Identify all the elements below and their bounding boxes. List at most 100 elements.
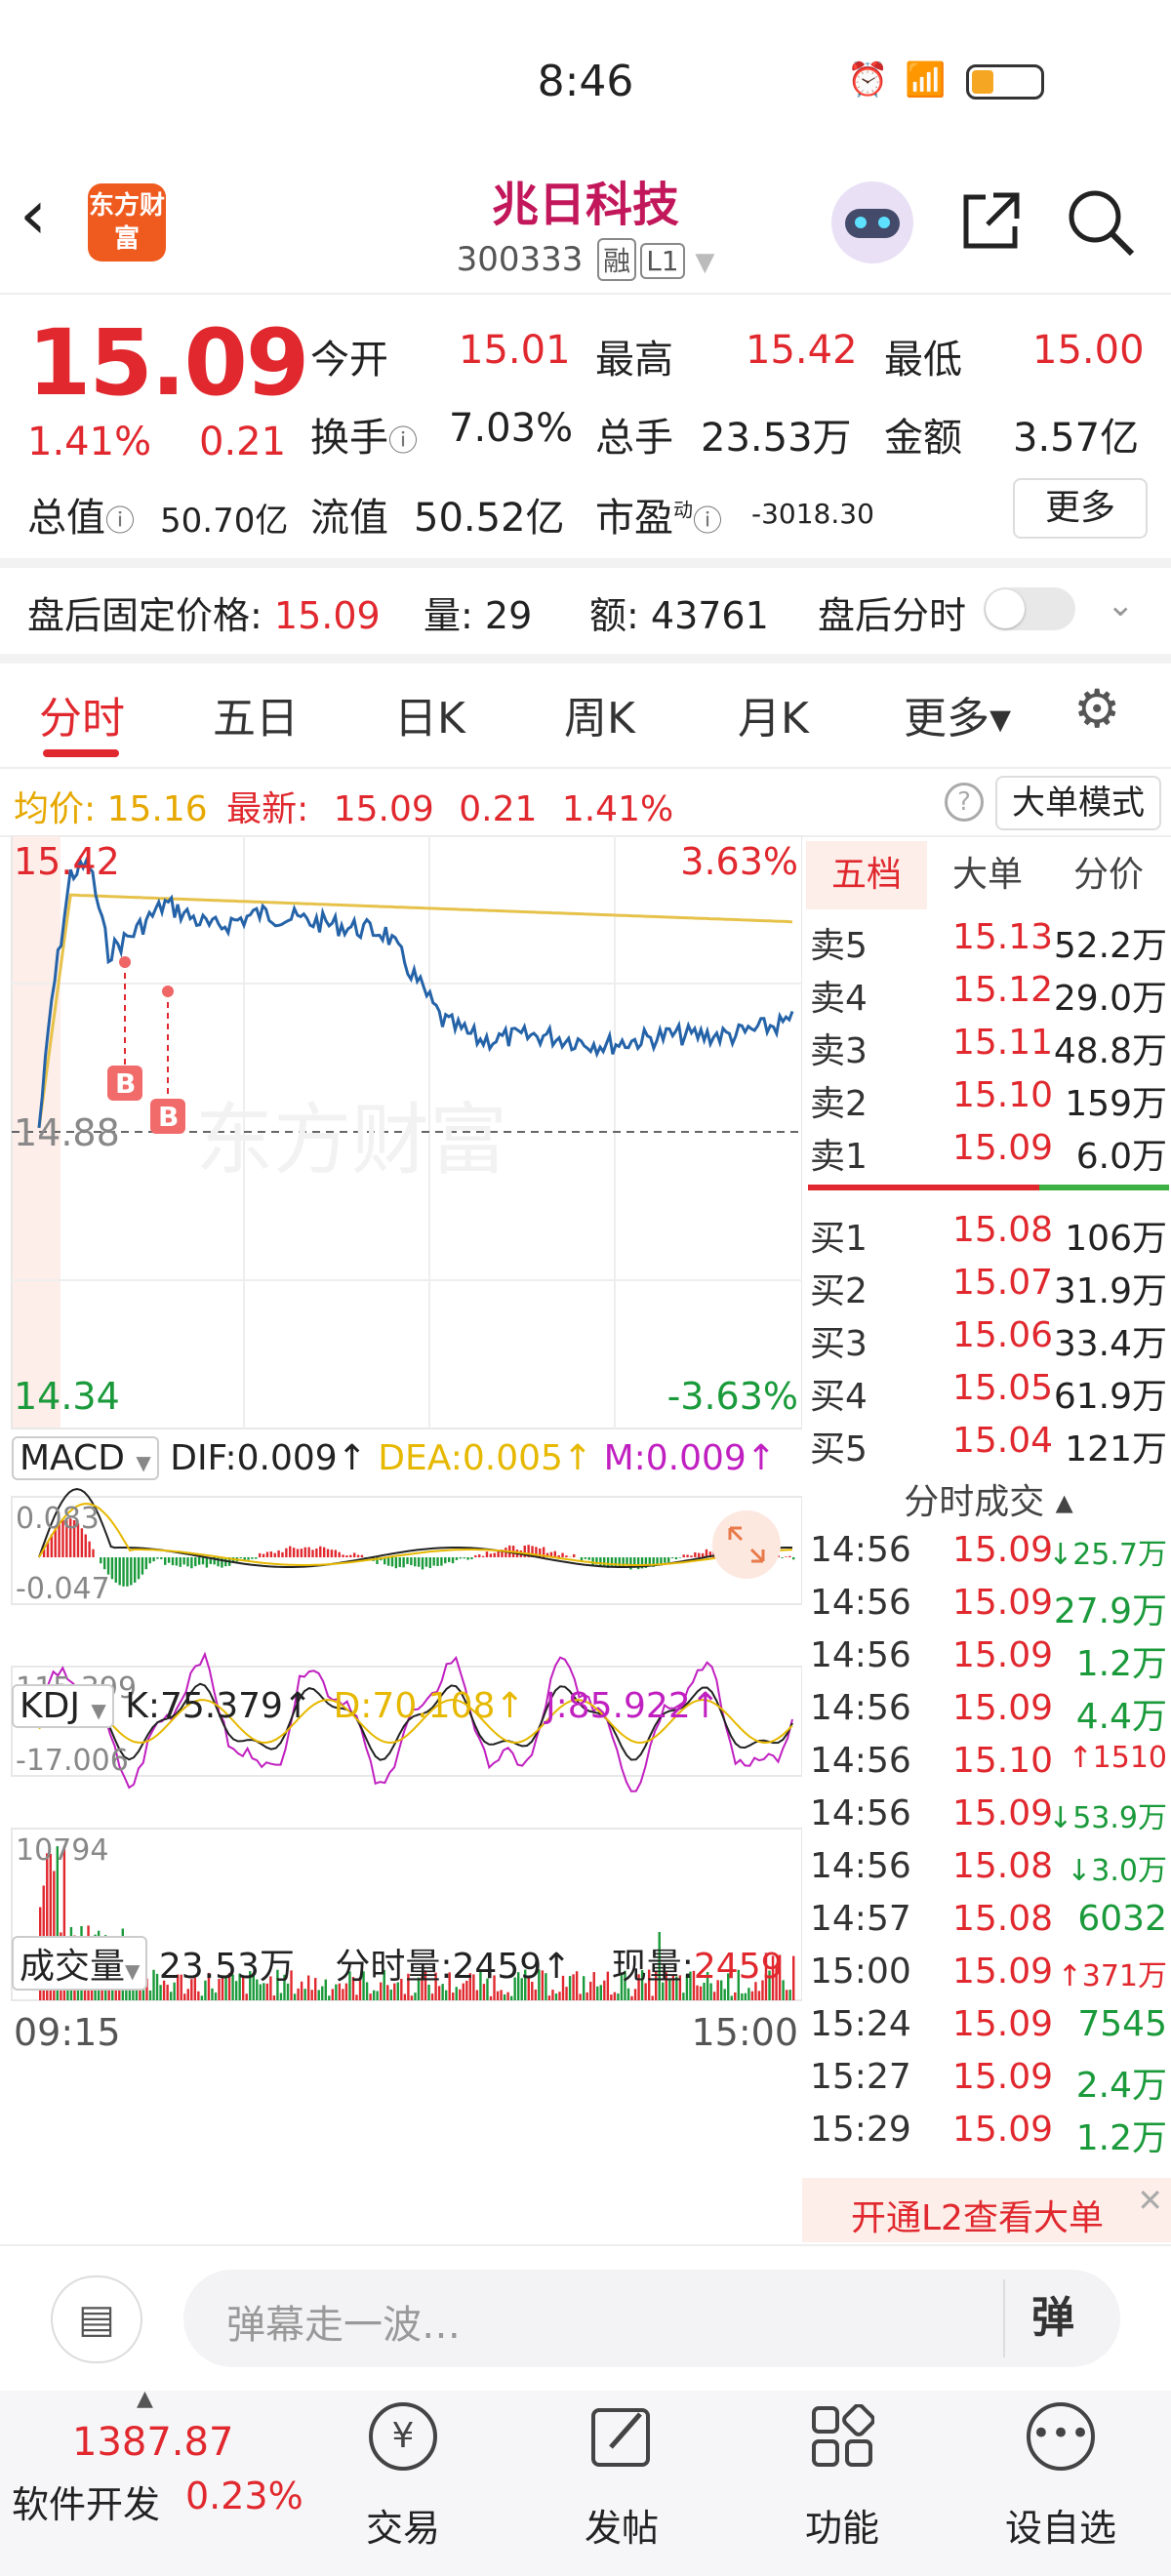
trade-row[interactable]: 14:57 15.08 6032 [806, 1899, 1167, 1952]
nav-add-watchlist[interactable]: 设自选 [988, 2498, 1134, 2552]
buy-price: 15.04 [952, 1421, 1054, 1461]
chevron-down-icon[interactable]: ⌄ [1107, 585, 1135, 624]
trade-icon[interactable]: ¥ [369, 2402, 437, 2471]
volume-bar [376, 1991, 379, 2000]
macd-bar [319, 1546, 322, 1557]
trade-row[interactable]: 15:29 15.09 1.2万 [806, 2110, 1167, 2162]
gear-icon[interactable]: ⚙ [1073, 683, 1120, 736]
tab-intraday[interactable]: 分时 [39, 683, 125, 745]
l2-banner[interactable]: 开通L2查看大单 ✕ [802, 2178, 1171, 2242]
macd-bar [345, 1555, 348, 1557]
sell-row[interactable]: 卖5 15.13 52.2万 [806, 917, 1167, 970]
macd-bar [190, 1557, 193, 1569]
trades-title[interactable]: 分时成交 ▴ [806, 1473, 1171, 1524]
chevron-up-icon[interactable]: ▲ [137, 2387, 153, 2411]
functions-icon[interactable] [810, 2403, 875, 2473]
tab-monthly-k[interactable]: 月K [738, 683, 809, 745]
buy-row[interactable]: 买3 15.06 33.4万 [806, 1315, 1167, 1368]
bid-ask-ratio-bar [808, 1185, 1169, 1190]
nav-post[interactable]: 发帖 [548, 2498, 695, 2552]
margin-tag: 融 [597, 238, 637, 281]
macd-bar [273, 1552, 276, 1557]
nav-trade[interactable]: 交易 [330, 2498, 476, 2552]
tab-weekly-k[interactable]: 周K [564, 683, 635, 745]
trade-row[interactable]: 14:56 15.09 4.4万 [806, 1688, 1167, 1741]
share-icon[interactable] [956, 187, 1025, 260]
buy-row[interactable]: 买5 15.04 121万 [806, 1421, 1167, 1473]
tab-more[interactable]: 更多▾ [904, 683, 1011, 745]
pct-change: 1.41% [27, 420, 152, 464]
vol-axis-top: 10794 [16, 1833, 108, 1868]
vol-select[interactable]: 成交量▼ [12, 1936, 148, 1991]
trade-row[interactable]: 14:56 15.09 ↓25.7万 [806, 1530, 1167, 1583]
macd-bar [463, 1557, 465, 1559]
chevron-down-icon[interactable]: ▼ [695, 248, 714, 277]
volume-bar [785, 1990, 788, 2000]
macd-bar [674, 1557, 678, 1560]
help-icon[interactable]: ? [945, 783, 984, 822]
vol-now-label: 现量: [611, 1947, 694, 1987]
trade-time: 15:29 [810, 2110, 911, 2150]
intraday-chart[interactable]: 东方财富 B B 15.42 14.88 14.34 3.63% -3.63% … [0, 835, 802, 2250]
nav-functions[interactable]: 功能 [769, 2498, 915, 2552]
tab-daily-k[interactable]: 日K [394, 683, 465, 745]
macd-bar [92, 1549, 95, 1557]
trade-row[interactable]: 15:24 15.09 7545 [806, 2004, 1167, 2057]
sector-index-value[interactable]: 1387.87 [72, 2420, 233, 2465]
macd-bar [481, 1555, 485, 1557]
macd-bar [785, 1556, 787, 1557]
danmu-settings-icon[interactable]: ▤ [51, 2275, 142, 2363]
ah-vol: 量: 29 [424, 594, 533, 637]
volume-bar [757, 1991, 761, 2000]
sell-row[interactable]: 卖4 15.12 29.0万 [806, 970, 1167, 1023]
buy-row[interactable]: 买1 15.08 106万 [806, 1210, 1167, 1263]
kdj-select[interactable]: KDJ ▼ [12, 1684, 114, 1728]
comment-input[interactable]: 弹幕走一波… 弹 [183, 2270, 1120, 2367]
trade-row[interactable]: 15:27 15.09 2.4万 [806, 2057, 1167, 2110]
latest-label: 最新: [226, 789, 309, 829]
tab-price-dist[interactable]: 分价 [1048, 841, 1169, 909]
sell-row[interactable]: 卖2 15.10 159万 [806, 1075, 1167, 1128]
volume-bar [630, 1995, 633, 2000]
level-tag[interactable]: L1 [640, 243, 685, 279]
volume-bar [617, 1993, 620, 2000]
sell-row[interactable]: 卖1 15.09 6.0万 [806, 1128, 1167, 1181]
tab-five-day[interactable]: 五日 [213, 683, 299, 745]
after-hours-toggle[interactable] [984, 587, 1075, 630]
close-icon[interactable]: ✕ [1137, 2182, 1163, 2219]
trade-row[interactable]: 14:56 15.09 27.9万 [806, 1583, 1167, 1635]
tab-big-orders[interactable]: 大单 [927, 841, 1048, 909]
sector-name[interactable]: 软件开发 [12, 2475, 160, 2528]
macd-bar [307, 1547, 310, 1557]
ah-amt: 额: 43761 [589, 594, 769, 637]
danmu-button[interactable]: 弹 [1003, 2279, 1101, 2357]
buy-row[interactable]: 买2 15.07 31.9万 [806, 1263, 1167, 1315]
buy-marker-label: B [158, 1101, 179, 1133]
trade-row[interactable]: 14:56 15.10 ↑1510 [806, 1741, 1167, 1793]
search-icon[interactable] [1064, 185, 1138, 263]
pe-value: -3018.30 [751, 498, 874, 530]
big-order-mode-button[interactable]: 大单模式 [995, 776, 1161, 830]
trade-row[interactable]: 15:00 15.09 ↑371万 [806, 1952, 1167, 2004]
robot-avatar[interactable] [831, 181, 913, 263]
mcap-label: 总值ⓘ [27, 496, 135, 541]
sell-row[interactable]: 卖3 15.11 48.8万 [806, 1023, 1167, 1075]
trade-time: 14:56 [810, 1793, 911, 1833]
macd-select[interactable]: MACD ▼ [12, 1436, 159, 1480]
buy-row[interactable]: 买4 15.05 61.9万 [806, 1368, 1167, 1421]
more-dots-icon[interactable]: ••• [1027, 2402, 1095, 2471]
trade-row[interactable]: 14:56 15.09 1.2万 [806, 1635, 1167, 1688]
macd-bar [561, 1552, 564, 1557]
trade-row[interactable]: 14:56 15.09 ↓53.9万 [806, 1793, 1167, 1846]
more-button[interactable]: 更多 [1013, 478, 1148, 539]
macd-bar [281, 1551, 284, 1557]
post-icon[interactable] [589, 2402, 654, 2475]
macd-bar [259, 1552, 262, 1557]
volume-bar [586, 1992, 588, 2000]
trade-volume: ↑1510 [1068, 1741, 1167, 1775]
volume-bar [554, 1993, 558, 2000]
trade-row[interactable]: 14:56 15.08 ↓3.0万 [806, 1846, 1167, 1899]
tab-five-levels[interactable]: 五档 [806, 841, 927, 909]
info-row: 均价: 15.16 最新: 15.09 0.21 1.41% [14, 781, 673, 831]
macd-bar [440, 1557, 443, 1566]
